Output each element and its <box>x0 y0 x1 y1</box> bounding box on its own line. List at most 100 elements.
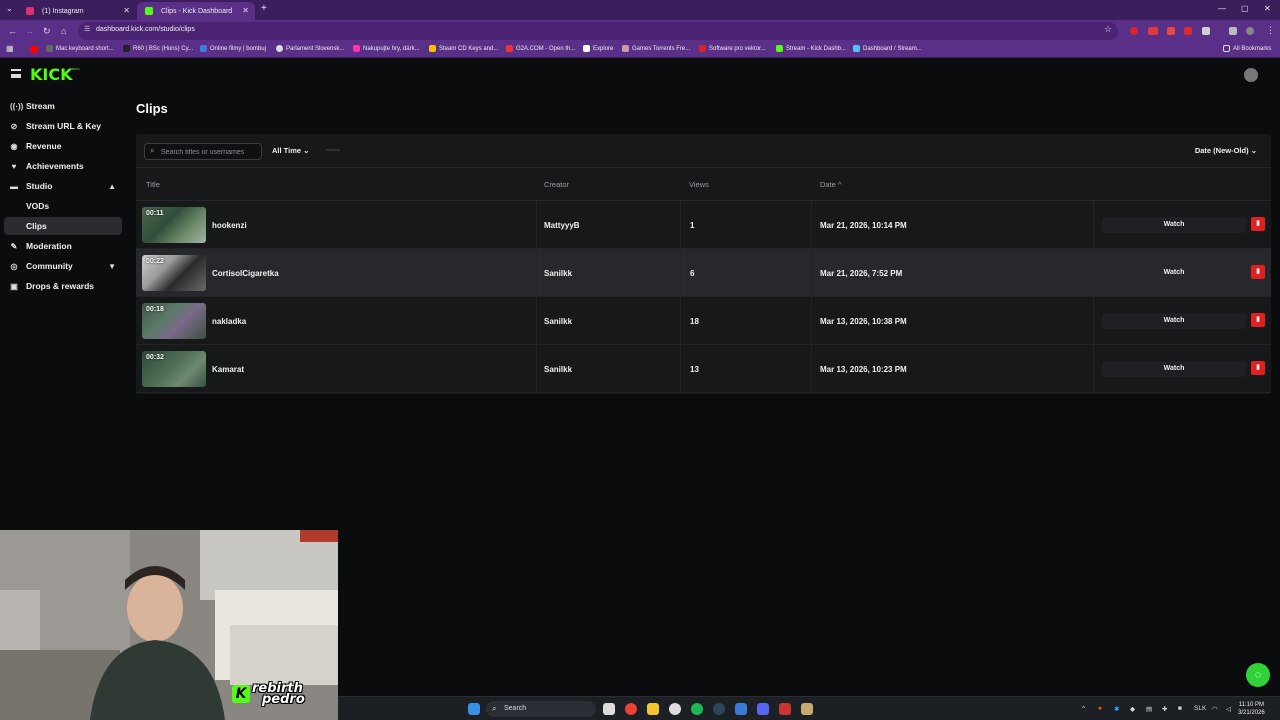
browser-menu-icon[interactable]: ⋮ <box>1266 25 1275 36</box>
language-indicator[interactable]: SLK <box>1194 705 1206 712</box>
clip-title[interactable]: nakladka <box>212 317 246 326</box>
sidebar-item-stream[interactable]: ((·)) Stream <box>4 97 122 115</box>
watch-button[interactable]: Watch <box>1102 313 1246 329</box>
bookmark-item[interactable]: Parlament Slovensk... <box>276 45 344 52</box>
delete-button[interactable]: ▮ <box>1251 313 1265 327</box>
bookmark-item[interactable]: Online filmy | bombuj <box>200 45 266 52</box>
extension-icon[interactable] <box>1130 27 1138 35</box>
watch-button[interactable]: Watch <box>1102 361 1246 377</box>
watch-button[interactable]: Watch <box>1102 265 1246 281</box>
forward-icon[interactable]: → <box>25 26 34 36</box>
sidebar-item-revenue[interactable]: ◉ Revenue <box>4 137 122 155</box>
avatar[interactable] <box>1244 68 1258 82</box>
minimize-icon[interactable]: — <box>1218 4 1226 13</box>
task-view-icon[interactable] <box>603 703 615 715</box>
tray-app-icon[interactable]: ✚ <box>1162 705 1167 713</box>
close-tab-icon[interactable]: ✕ <box>123 6 130 15</box>
wifi-icon[interactable]: ◠ <box>1212 705 1218 713</box>
clip-creator[interactable]: Sanilkk <box>544 365 572 374</box>
tray-app-icon[interactable]: ▤ <box>1146 705 1152 713</box>
new-tab-icon[interactable]: + <box>261 3 267 14</box>
youtube-icon[interactable] <box>30 46 38 53</box>
file-explorer-icon[interactable] <box>647 703 659 715</box>
sidebar-item-vods[interactable]: VODs <box>4 197 122 215</box>
sidebar-item-studio[interactable]: ▬ Studio ▲ <box>4 177 122 195</box>
back-icon[interactable]: ← <box>8 26 17 36</box>
maximize-icon[interactable]: ▢ <box>1241 4 1249 13</box>
bookmark-item[interactable]: Stream - Kick Dashb... <box>776 45 846 52</box>
table-row[interactable]: 00:11 hookenzi MattyyyB 1 Mar 21, 2026, … <box>136 201 1271 249</box>
bookmark-item[interactable]: Mac keyboard short... <box>46 45 114 52</box>
sort-dropdown[interactable]: Date (New-Old) ⌄ <box>1195 146 1257 155</box>
extension-icon[interactable] <box>1148 27 1158 35</box>
extension-icon[interactable] <box>1184 27 1192 35</box>
spotify-icon[interactable] <box>691 703 703 715</box>
clip-creator[interactable]: Sanilkk <box>544 317 572 326</box>
sidebar-item-moderation[interactable]: ✎ Moderation <box>4 237 122 255</box>
menu-icon[interactable] <box>11 69 21 78</box>
column-header-views[interactable]: Views <box>689 180 709 189</box>
discord-icon[interactable] <box>757 703 769 715</box>
close-window-icon[interactable]: ✕ <box>1264 4 1271 13</box>
sidebar-item-community[interactable]: ◎ Community ▼ <box>4 257 122 275</box>
tab-kick-dashboard[interactable]: Clips - Kick Dashboard ✕ <box>137 2 255 20</box>
bookmark-item[interactable]: Nakupujte hry, dárk... <box>353 45 420 52</box>
column-header-creator[interactable]: Creator <box>544 180 569 189</box>
bookmark-star-icon[interactable]: ☆ <box>1104 24 1112 35</box>
chatgpt-icon[interactable] <box>669 703 681 715</box>
table-row[interactable]: 00:22 CortisolCigaretka Sanilkk 6 Mar 21… <box>136 249 1271 297</box>
sidebar-item-clips[interactable]: Clips <box>4 217 122 235</box>
home-icon[interactable]: ⌂ <box>61 26 66 36</box>
bookmark-item[interactable]: Software pro vektor... <box>699 45 766 52</box>
all-bookmarks[interactable]: All Bookmarks <box>1223 45 1271 52</box>
app-icon[interactable] <box>779 703 791 715</box>
bookmark-item[interactable]: G2A.COM - Open th... <box>506 45 575 52</box>
bookmark-item[interactable]: Dashboard / Stream... <box>853 45 922 52</box>
clip-thumbnail[interactable]: 00:32 <box>142 351 206 387</box>
clip-thumbnail[interactable]: 00:18 <box>142 303 206 339</box>
sidebar-item-drops-rewards[interactable]: ▣ Drops & rewards <box>4 277 122 295</box>
clip-thumbnail[interactable]: 00:22 <box>142 255 206 291</box>
extensions-puzzle-icon[interactable] <box>1229 27 1237 35</box>
extension-icon[interactable] <box>1167 27 1175 35</box>
bookmark-item[interactable]: R60 | BSc (Hons) Cy... <box>123 45 193 52</box>
clip-creator[interactable]: MattyyyB <box>544 221 580 230</box>
clip-creator[interactable]: Sanilkk <box>544 269 572 278</box>
bookmark-item[interactable]: Steam CD Keys and... <box>429 45 498 52</box>
taskbar-search[interactable]: ⌕ Search <box>486 701 596 717</box>
site-info-icon[interactable]: ☰ <box>84 25 90 33</box>
close-tab-icon[interactable]: ✕ <box>242 6 249 15</box>
clip-title[interactable]: CortisolCigaretka <box>212 269 279 278</box>
clip-title[interactable]: Kamarat <box>212 365 244 374</box>
watch-button[interactable]: Watch <box>1102 217 1246 233</box>
tray-app-icon[interactable]: ● <box>1098 705 1102 712</box>
tab-search-chevron-icon[interactable]: ⌄ <box>6 4 13 13</box>
table-row[interactable]: 00:32 Kamarat Sanilkk 13 Mar 13, 2026, 1… <box>136 345 1271 393</box>
clip-thumbnail[interactable]: 00:11 <box>142 207 206 243</box>
bluetooth-icon[interactable]: ✱ <box>1114 705 1119 713</box>
chrome-icon[interactable] <box>625 703 637 715</box>
delete-button[interactable]: ▮ <box>1251 361 1265 375</box>
sidebar-item-stream-url-key[interactable]: ⊘ Stream URL & Key <box>4 117 122 135</box>
bookmark-item[interactable]: Explore <box>583 45 613 52</box>
tray-chevron-up-icon[interactable]: ^ <box>1082 705 1085 712</box>
clip-title[interactable]: hookenzi <box>212 221 247 230</box>
table-row[interactable]: 00:18 nakladka Sanilkk 18 Mar 13, 2026, … <box>136 297 1271 345</box>
reload-icon[interactable]: ↻ <box>43 26 51 37</box>
league-of-legends-icon[interactable] <box>801 703 813 715</box>
extension-icon[interactable] <box>1202 27 1210 35</box>
chat-support-button[interactable]: ◌ <box>1246 663 1270 687</box>
apps-grid-icon[interactable]: ▦ <box>6 44 14 53</box>
tray-app-icon[interactable]: ■ <box>1178 705 1182 712</box>
bookmark-item[interactable]: Games Torrents Fre... <box>622 45 690 52</box>
time-filter-dropdown[interactable]: All Time ⌄ <box>272 146 309 155</box>
tray-app-icon[interactable]: ◆ <box>1130 705 1135 713</box>
kick-logo[interactable]: KICK <box>30 65 73 84</box>
column-header-title[interactable]: Title <box>146 180 160 189</box>
sidebar-item-achievements[interactable]: ♥ Achievements <box>4 157 122 175</box>
taskbar-clock[interactable]: 11:10 PM 3/21/2026 <box>1238 701 1265 717</box>
profile-avatar-icon[interactable] <box>1246 27 1254 35</box>
delete-button[interactable]: ▮ <box>1251 217 1265 231</box>
column-header-date[interactable]: Date ^ <box>820 180 841 189</box>
delete-button[interactable]: ▮ <box>1251 265 1265 279</box>
